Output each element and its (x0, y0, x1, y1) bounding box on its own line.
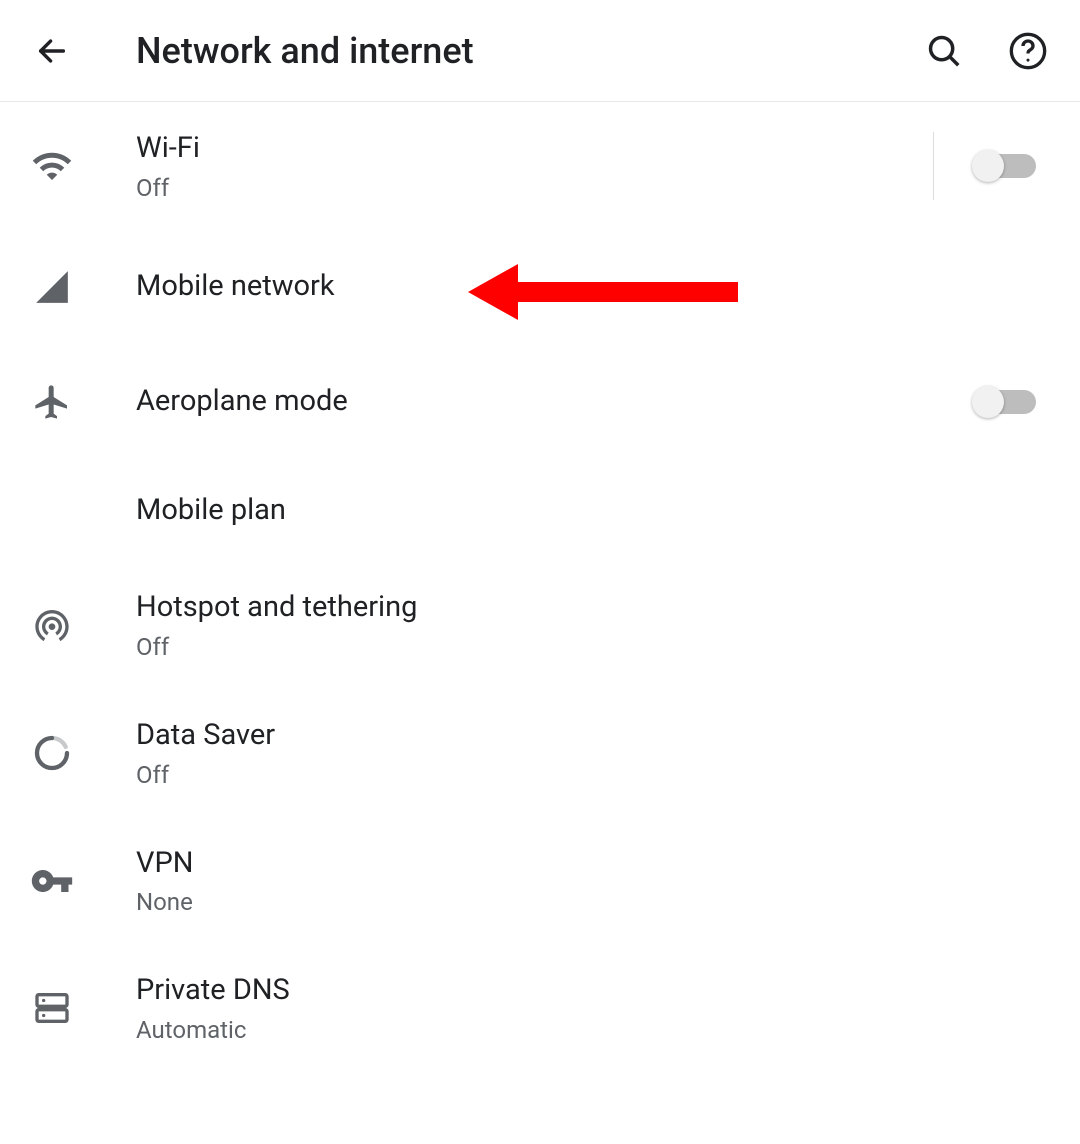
help-button[interactable] (1004, 27, 1052, 75)
page-title: Network and internet (136, 30, 920, 72)
item-subtitle: Automatic (136, 1016, 1052, 1044)
item-subtitle: None (136, 888, 1052, 916)
item-subtitle: Off (136, 174, 933, 202)
signal-icon (28, 268, 76, 306)
item-data-saver[interactable]: Data Saver Off (0, 689, 1080, 817)
item-title: VPN (136, 845, 1052, 883)
item-subtitle: Off (136, 761, 1052, 789)
vpn-key-icon (28, 859, 76, 903)
item-title: Mobile plan (136, 492, 1052, 530)
item-aeroplane-mode[interactable]: Aeroplane mode (0, 344, 1080, 460)
item-mobile-plan-text: Mobile plan (136, 492, 1052, 530)
aeroplane-toggle[interactable] (974, 390, 1036, 414)
item-aeroplane-text: Aeroplane mode (136, 383, 974, 421)
toggle-knob (972, 386, 1004, 418)
wifi-icon (28, 145, 76, 187)
item-hotspot[interactable]: Hotspot and tethering Off (0, 561, 1080, 689)
toggle-knob (972, 150, 1004, 182)
item-data-saver-text: Data Saver Off (136, 717, 1052, 789)
back-arrow-icon (35, 34, 69, 68)
item-title: Mobile network (136, 268, 1052, 306)
app-header: Network and internet (0, 0, 1080, 102)
item-vpn-text: VPN None (136, 845, 1052, 917)
item-private-dns[interactable]: Private DNS Automatic (0, 944, 1080, 1072)
help-icon (1008, 31, 1048, 71)
dns-icon (28, 988, 76, 1028)
wifi-toggle[interactable] (974, 154, 1036, 178)
item-mobile-network[interactable]: Mobile network (0, 230, 1080, 344)
toggle-separator (933, 132, 934, 200)
search-icon (925, 32, 963, 70)
hotspot-icon (28, 605, 76, 645)
item-mobile-network-text: Mobile network (136, 268, 1052, 306)
header-actions (920, 27, 1052, 75)
back-button[interactable] (28, 27, 76, 75)
item-title: Private DNS (136, 972, 1052, 1010)
item-mobile-plan[interactable]: Mobile plan (0, 460, 1080, 562)
item-title: Data Saver (136, 717, 1052, 755)
item-title: Wi-Fi (136, 130, 933, 168)
item-private-dns-text: Private DNS Automatic (136, 972, 1052, 1044)
item-hotspot-text: Hotspot and tethering Off (136, 589, 1052, 661)
item-wifi[interactable]: Wi-Fi Off (0, 102, 1080, 230)
item-wifi-text: Wi-Fi Off (136, 130, 933, 202)
item-title: Aeroplane mode (136, 383, 974, 421)
item-subtitle: Off (136, 633, 1052, 661)
airplane-icon (28, 382, 76, 422)
search-button[interactable] (920, 27, 968, 75)
settings-list: Wi-Fi Off Mobile network Aeroplane mode (0, 102, 1080, 1072)
item-vpn[interactable]: VPN None (0, 817, 1080, 945)
data-saver-icon (28, 733, 76, 773)
item-title: Hotspot and tethering (136, 589, 1052, 627)
